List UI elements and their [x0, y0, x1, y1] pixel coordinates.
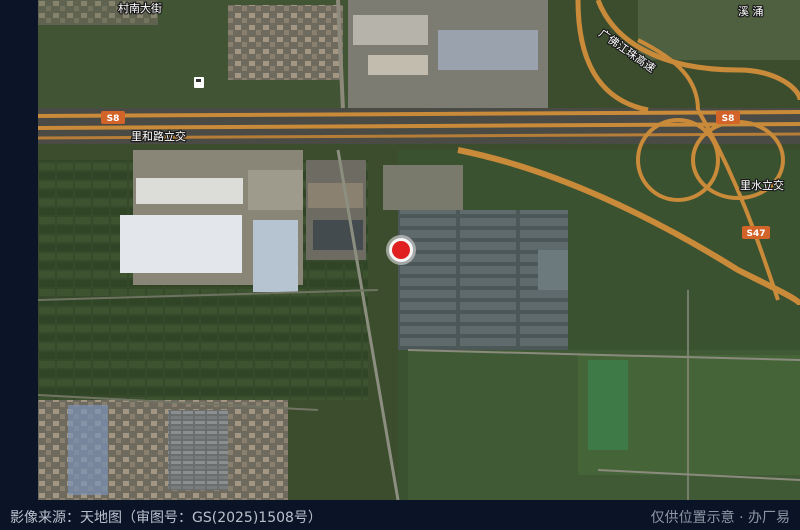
label-lishui-interchange: 里水立交	[740, 178, 784, 192]
label-village-street: 村南大街	[118, 1, 162, 15]
svg-text:S47: S47	[746, 229, 765, 239]
map-footer: 影像来源：天地图（审图号：GS(2025)1508号） 仅供位置示意 · 办厂易	[0, 500, 800, 530]
map-canvas: S8 S8 S47 村南大街 里和路立交 里水立交 溪 涌 广佛江珠高速	[38, 0, 800, 500]
satellite-map[interactable]: S8 S8 S47 村南大街 里和路立交 里水立交 溪 涌 广佛江珠高速	[38, 0, 800, 500]
location-note-text: 仅供位置示意 · 办厂易	[650, 510, 790, 526]
left-margin	[0, 0, 38, 500]
svg-text:S8: S8	[722, 114, 735, 124]
gas-station-icon[interactable]	[194, 77, 204, 88]
label-lihe-interchange: 里和路立交	[131, 129, 186, 143]
s8-shield-left: S8	[101, 111, 125, 124]
image-source-text: 影像来源：天地图（审图号：GS(2025)1508号）	[10, 510, 322, 526]
s8-shield-right: S8	[716, 111, 740, 124]
label-river: 溪 涌	[738, 5, 764, 18]
location-pin-icon[interactable]	[386, 235, 416, 265]
svg-text:S8: S8	[107, 114, 120, 124]
s47-shield: S47	[742, 226, 770, 239]
map-frame: S8 S8 S47 村南大街 里和路立交 里水立交 溪 涌 广佛江珠高速 影像来…	[0, 0, 800, 530]
